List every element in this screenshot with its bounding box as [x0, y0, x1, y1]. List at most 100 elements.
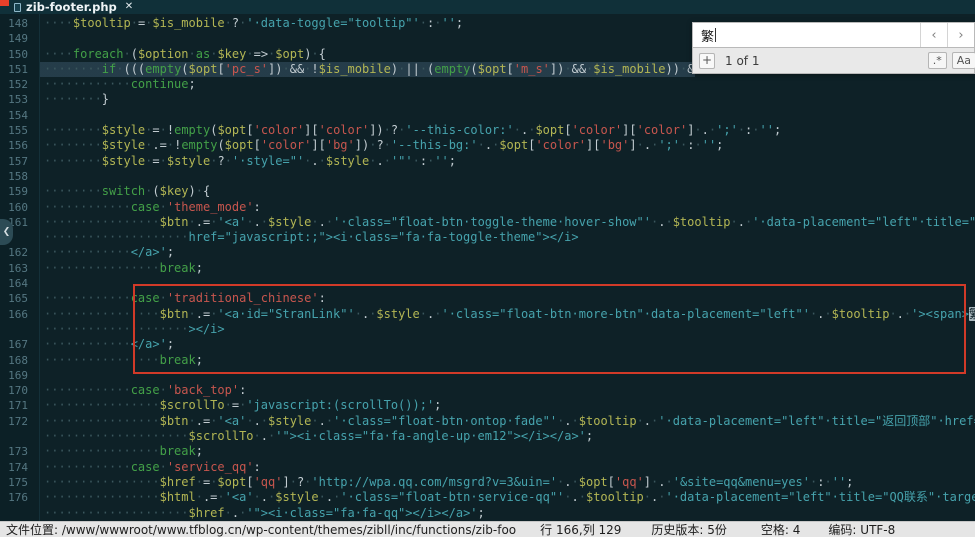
- line-number[interactable]: 157: [0, 154, 40, 169]
- line-number[interactable]: 171: [0, 398, 40, 413]
- code-line[interactable]: 152············continue;: [0, 77, 975, 92]
- code-line[interactable]: 166················$btn·.=·'<a·id="Stran…: [0, 307, 975, 322]
- code-line[interactable]: 161················$btn·.=·'<a'·.·$style…: [0, 215, 975, 230]
- line-number[interactable]: 154: [0, 108, 40, 123]
- encoding-setting[interactable]: 编码: UTF-8: [828, 521, 895, 537]
- code-line[interactable]: 163················break;: [0, 261, 975, 276]
- code-token: ········: [44, 92, 102, 106]
- search-input[interactable]: 繁: [693, 23, 920, 47]
- line-number[interactable]: 165: [0, 291, 40, 306]
- code-line[interactable]: ····················$href·.·'"><i·class=…: [0, 506, 975, 521]
- code-line[interactable]: 170············case·'back_top':: [0, 383, 975, 398]
- code-text: ············</a>';: [40, 337, 174, 352]
- line-number[interactable]: 149: [0, 31, 40, 46]
- line-number[interactable]: 151: [0, 62, 40, 77]
- code-line[interactable]: 168················break;: [0, 353, 975, 368]
- code-token: 'service_qq': [167, 460, 254, 474]
- code-line[interactable]: 159········switch·($key)·{: [0, 184, 975, 199]
- close-tab-icon[interactable]: ✕: [125, 0, 133, 14]
- code-token: .: [254, 414, 261, 428]
- code-text: ············continue;: [40, 77, 196, 92]
- code-line[interactable]: 153········}: [0, 92, 975, 107]
- line-number[interactable]: 153: [0, 92, 40, 107]
- line-number[interactable]: 169: [0, 368, 40, 383]
- indent-spaces-setting[interactable]: 空格: 4: [761, 521, 801, 537]
- code-line[interactable]: 155········$style·=·!empty($opt['color']…: [0, 123, 975, 138]
- code-line[interactable]: 164: [0, 276, 975, 291]
- code-text: ········$style·=·$style·?·'·style="'·.·$…: [40, 154, 456, 169]
- line-number[interactable]: 173: [0, 444, 40, 459]
- line-number[interactable]: 162: [0, 245, 40, 260]
- line-number[interactable]: 160: [0, 200, 40, 215]
- line-number[interactable]: 170: [0, 383, 40, 398]
- regex-toggle[interactable]: .*: [928, 52, 947, 69]
- tab-zib-footer[interactable]: zib-footer.php ✕: [14, 0, 133, 14]
- chevron-right-icon: ›: [958, 28, 963, 43]
- code-token: ·: [824, 307, 831, 321]
- code-token: ·: [420, 62, 427, 76]
- find-next-button[interactable]: ›: [947, 23, 974, 47]
- code-token: ·: [311, 47, 318, 61]
- code-line[interactable]: 156········$style·.=·!empty($opt['color'…: [0, 138, 975, 153]
- line-number[interactable]: 168: [0, 353, 40, 368]
- code-line[interactable]: 162············</a>';: [0, 245, 975, 260]
- code-token: ·: [478, 138, 485, 152]
- line-number[interactable]: 159: [0, 184, 40, 199]
- code-token: (: [152, 184, 159, 198]
- line-number[interactable]: [0, 322, 40, 337]
- line-number[interactable]: 166: [0, 307, 40, 322]
- code-editor[interactable]: 148····$tooltip·=·$is_mobile·?·'·data-to…: [0, 14, 975, 537]
- code-token: .: [738, 215, 745, 229]
- code-line[interactable]: 158: [0, 169, 975, 184]
- line-number[interactable]: 176: [0, 490, 40, 505]
- line-number[interactable]: 158: [0, 169, 40, 184]
- code-rows[interactable]: 148····$tooltip·=·$is_mobile·?·'·data-to…: [0, 16, 975, 521]
- code-line[interactable]: 160············case·'theme_mode':: [0, 200, 975, 215]
- history-versions-button[interactable]: 历史版本: 5份: [651, 521, 727, 537]
- code-token: $is_mobile: [152, 16, 224, 30]
- code-token: ]: [282, 475, 289, 489]
- line-number[interactable]: 163: [0, 261, 40, 276]
- code-token: </a>': [131, 337, 167, 351]
- file-location: 文件位置: /www/wwwroot/www.tfblog.cn/wp-cont…: [6, 521, 516, 537]
- code-text: ············case·'traditional_chinese':: [40, 291, 326, 306]
- case-sensitive-toggle[interactable]: Aa: [952, 52, 975, 69]
- line-number[interactable]: 175: [0, 475, 40, 490]
- code-line[interactable]: 154: [0, 108, 975, 123]
- code-token: '"': [391, 154, 413, 168]
- line-number[interactable]: 150: [0, 47, 40, 62]
- code-line[interactable]: 175················$href·=·$opt['qq']·?·…: [0, 475, 975, 490]
- line-number[interactable]: 172: [0, 414, 40, 429]
- line-number[interactable]: 174: [0, 460, 40, 475]
- code-line[interactable]: 167············</a>';: [0, 337, 975, 352]
- code-line[interactable]: 176················$html·.=·'<a'·.·$styl…: [0, 490, 975, 505]
- line-number[interactable]: 155: [0, 123, 40, 138]
- code-token: [: [254, 138, 261, 152]
- code-token: $tooltip: [586, 490, 644, 504]
- code-line[interactable]: ····················href="javascript:;">…: [0, 230, 975, 245]
- code-line[interactable]: 169: [0, 368, 975, 383]
- code-line[interactable]: 157········$style·=·$style·?·'·style="'·…: [0, 154, 975, 169]
- code-token: ········: [44, 138, 102, 152]
- code-line[interactable]: ····················$scrollTo·.·'"><i·cl…: [0, 429, 975, 444]
- code-line[interactable]: 165············case·'traditional_chinese…: [0, 291, 975, 306]
- line-number[interactable]: [0, 429, 40, 444]
- code-line[interactable]: 174············case·'service_qq':: [0, 460, 975, 475]
- code-line[interactable]: 173················break;: [0, 444, 975, 459]
- code-token: (: [470, 62, 477, 76]
- code-token: ·: [261, 215, 268, 229]
- code-line[interactable]: 172················$btn·.=·'<a'·.·$style…: [0, 414, 975, 429]
- code-token: empty: [181, 138, 217, 152]
- code-token: ················: [44, 444, 160, 458]
- code-token: .: [572, 490, 579, 504]
- line-number[interactable]: 167: [0, 337, 40, 352]
- line-number[interactable]: 152: [0, 77, 40, 92]
- line-number[interactable]: 148: [0, 16, 40, 31]
- line-number[interactable]: 164: [0, 276, 40, 291]
- code-line[interactable]: 171················$scrollTo·=·'javascri…: [0, 398, 975, 413]
- line-number[interactable]: 156: [0, 138, 40, 153]
- find-previous-button[interactable]: ‹: [920, 23, 947, 47]
- line-number[interactable]: [0, 506, 40, 521]
- code-line[interactable]: ····················></i>: [0, 322, 975, 337]
- toggle-replace-button[interactable]: +: [699, 53, 715, 69]
